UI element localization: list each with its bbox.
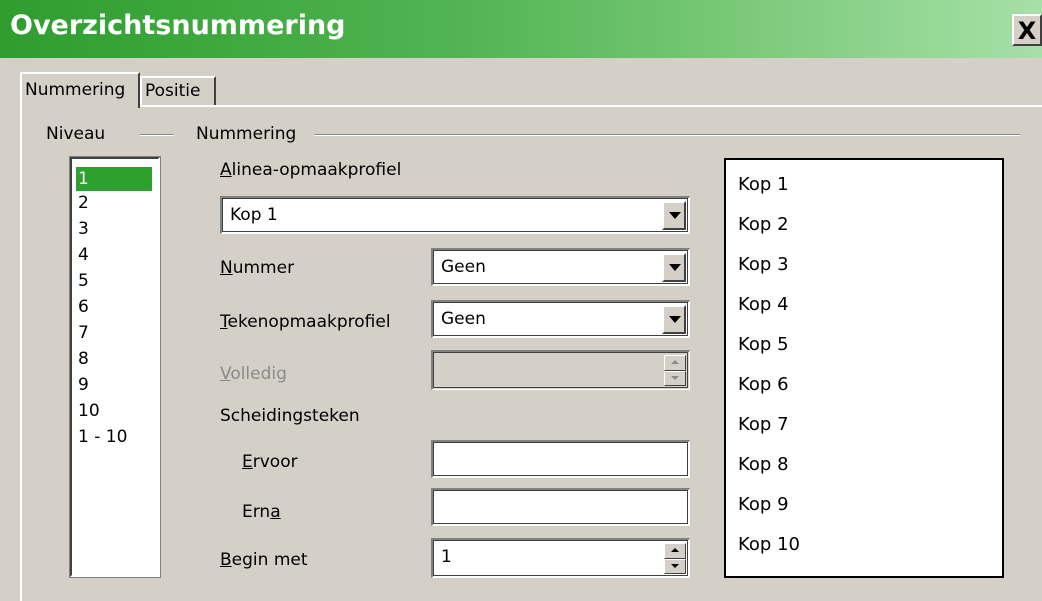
close-icon: X	[1017, 17, 1037, 45]
level-item-1[interactable]: 1	[76, 167, 152, 191]
preview-heading-7: Kop 7	[738, 414, 789, 435]
separator-after-label: Erna	[242, 502, 281, 522]
paragraph-style-dropdown[interactable]: Kop 1	[220, 196, 690, 234]
level-item-4[interactable]: 4	[76, 243, 152, 267]
preview-heading-9: Kop 9	[738, 494, 789, 515]
char-style-dropdown-button[interactable]	[662, 305, 686, 334]
level-item-6[interactable]: 6	[76, 295, 152, 319]
preview-heading-1: Kop 1	[738, 174, 789, 195]
start-at-value: 1	[441, 547, 452, 567]
preview-heading-5: Kop 5	[738, 334, 789, 355]
preview-heading-6: Kop 6	[738, 374, 789, 395]
level-item-2[interactable]: 2	[76, 191, 152, 215]
show-sublevels-spinner	[431, 350, 690, 390]
start-at-spin-buttons[interactable]	[664, 543, 686, 574]
tab-panel-border-left	[20, 105, 22, 601]
preview-heading-10: Kop 10	[738, 534, 800, 555]
separator-before-input[interactable]	[431, 440, 690, 478]
level-item-9[interactable]: 9	[76, 373, 152, 397]
numbering-preview: Kop 1 Kop 2 Kop 3 Kop 4 Kop 5 Kop 6 Kop …	[724, 158, 1004, 578]
char-style-value: Geen	[441, 309, 486, 329]
tab-nummering[interactable]: Nummering	[20, 72, 140, 108]
separator-label: Scheidingsteken	[220, 406, 360, 426]
preview-heading-3: Kop 3	[738, 254, 789, 275]
paragraph-style-value: Kop 1	[230, 205, 278, 225]
level-item-3[interactable]: 3	[76, 217, 152, 241]
paragraph-style-label: Alinea-opmaakprofiel	[220, 160, 402, 180]
level-item-7[interactable]: 7	[76, 321, 152, 345]
level-item-5[interactable]: 5	[76, 269, 152, 293]
preview-heading-2: Kop 2	[738, 214, 789, 235]
char-style-dropdown[interactable]: Geen	[431, 300, 690, 338]
tab-positie-label: Positie	[145, 81, 201, 101]
char-style-label: Tekenopmaakprofiel	[220, 312, 391, 332]
show-sublevels-label: Volledig	[220, 364, 287, 384]
numbering-group-label: Nummering	[196, 124, 297, 144]
separator-before-label: Ervoor	[242, 452, 298, 472]
tab-nummering-label: Nummering	[25, 80, 126, 100]
number-value: Geen	[441, 257, 486, 277]
level-group-divider	[140, 134, 174, 136]
preview-heading-8: Kop 8	[738, 454, 789, 475]
level-item-10[interactable]: 10	[76, 399, 152, 423]
window-title: Overzichtsnummering	[10, 10, 346, 41]
spin-up-icon	[664, 355, 686, 371]
tab-positie[interactable]: Positie	[140, 76, 216, 106]
show-sublevels-spin-buttons	[664, 355, 686, 386]
spin-down-icon[interactable]	[664, 558, 686, 574]
numbering-group-divider	[314, 134, 1020, 136]
level-group-label: Niveau	[46, 124, 106, 144]
title-bar: Overzichtsnummering	[0, 0, 1042, 58]
number-label: Nummer	[220, 258, 295, 278]
number-dropdown-button[interactable]	[662, 253, 686, 282]
separator-after-input[interactable]	[431, 488, 690, 526]
level-item-all[interactable]: 1 - 10	[76, 425, 152, 449]
level-item-8[interactable]: 8	[76, 347, 152, 371]
number-dropdown[interactable]: Geen	[431, 248, 690, 286]
paragraph-style-label-rest: linea-opmaakprofiel	[231, 160, 402, 180]
spin-up-icon[interactable]	[664, 543, 686, 559]
start-at-label: Begin met	[220, 550, 308, 570]
spin-down-icon	[664, 370, 686, 386]
preview-heading-4: Kop 4	[738, 294, 789, 315]
paragraph-style-dropdown-button[interactable]	[662, 201, 686, 230]
level-list[interactable]: 1 2 3 4 5 6 7 8 9 10 1 - 10	[69, 156, 161, 578]
tab-panel-border	[20, 105, 1042, 107]
close-button[interactable]: X	[1012, 14, 1042, 46]
start-at-spinner[interactable]: 1	[431, 538, 690, 578]
